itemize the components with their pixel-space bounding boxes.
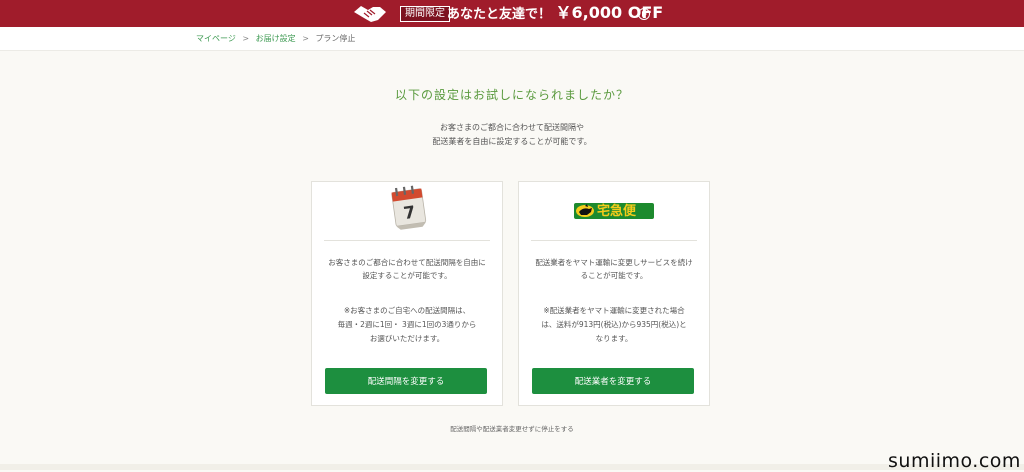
banner-text: あなたと友達で！ ￥6,000 OFF <box>447 3 663 25</box>
breadcrumb-current: プラン停止 <box>315 34 356 43</box>
breadcrumb-separator: > <box>242 34 250 43</box>
stop-without-change-link[interactable]: 配送間隔や配送業者変更せずに停止をする <box>0 423 1024 433</box>
limited-time-badge: 期間限定 <box>400 6 450 22</box>
card-image: 宅急便 <box>519 182 709 240</box>
footer-strip <box>0 464 1024 470</box>
promo-banner[interactable]: 期間限定 あなたと友達で！ ￥6,000 OFF <box>0 0 1024 27</box>
card-note-line: は、送料が913円(税込)から935円(税込)と <box>541 320 687 329</box>
breadcrumb-delivery-settings[interactable]: お届け設定 <box>256 34 296 43</box>
card-description: お客さまのご都合に合わせて配送間隔を自由に 設定することが可能です。 <box>320 256 494 282</box>
calendar-icon: 7 <box>391 185 427 230</box>
breadcrumb-mypage[interactable]: マイページ <box>196 34 236 43</box>
card-divider <box>324 240 490 241</box>
intro-text: お客さまのご都合に合わせて配送間隔や 配送業者を自由に設定することが可能です。 <box>0 121 1024 149</box>
page-title: 以下の設定はお試しになられましたか？ <box>394 88 629 102</box>
card-note-line: なります。 <box>595 334 633 343</box>
yamato-logo-icon: 宅急便 <box>574 203 654 219</box>
card-note-line: 毎週・2週に1回・ 3週に1回の3通りから <box>337 320 477 329</box>
banner-message: あなたと友達で！ <box>447 7 552 22</box>
card-description-line: 設定することが可能です。 <box>362 271 452 280</box>
card-description-line: ることが可能です。 <box>580 271 648 280</box>
card-image: 7 <box>312 182 502 240</box>
card-note-line: ※配送業者をヤマト運輸に変更された場合 <box>543 306 685 315</box>
card-note-line: ※お客さまのご自宅への配送間隔は、 <box>343 306 471 315</box>
handshake-icon <box>354 6 386 22</box>
card-divider <box>531 240 697 241</box>
carrier-card: 宅急便 配送業者をヤマト運輸に変更しサービスを続け ることが可能です。 ※配送業… <box>518 181 710 406</box>
card-note: ※お客さまのご自宅への配送間隔は、 毎週・2週に1回・ 3週に1回の3通りから … <box>320 304 494 346</box>
play-circle-icon[interactable] <box>638 8 650 20</box>
card-description-line: お客さまのご都合に合わせて配送間隔を自由に <box>328 258 486 267</box>
intro-line: お客さまのご都合に合わせて配送間隔や <box>440 123 584 132</box>
breadcrumb-bar: マイページ > お届け設定 > プラン停止 <box>0 27 1024 51</box>
interval-card: 7 お客さまのご都合に合わせて配送間隔を自由に 設定することが可能です。 ※お客… <box>311 181 503 406</box>
breadcrumb-separator: > <box>302 34 309 43</box>
card-note: ※配送業者をヤマト運輸に変更された場合 は、送料が913円(税込)から935円(… <box>527 304 701 346</box>
yamato-logo-text: 宅急便 <box>597 203 637 219</box>
card-note-line: お選びいただけます。 <box>369 334 445 343</box>
card-description-line: 配送業者をヤマト運輸に変更しサービスを続け <box>535 258 693 267</box>
change-carrier-button[interactable]: 配送業者を変更する <box>532 368 694 394</box>
change-interval-button[interactable]: 配送間隔を変更する <box>325 368 487 394</box>
intro-line: 配送業者を自由に設定することが可能です。 <box>432 137 592 146</box>
card-description: 配送業者をヤマト運輸に変更しサービスを続け ることが可能です。 <box>527 256 701 282</box>
watermark: sumiimo.com <box>888 450 1021 472</box>
breadcrumb: マイページ > お届け設定 > プラン停止 <box>196 33 355 44</box>
